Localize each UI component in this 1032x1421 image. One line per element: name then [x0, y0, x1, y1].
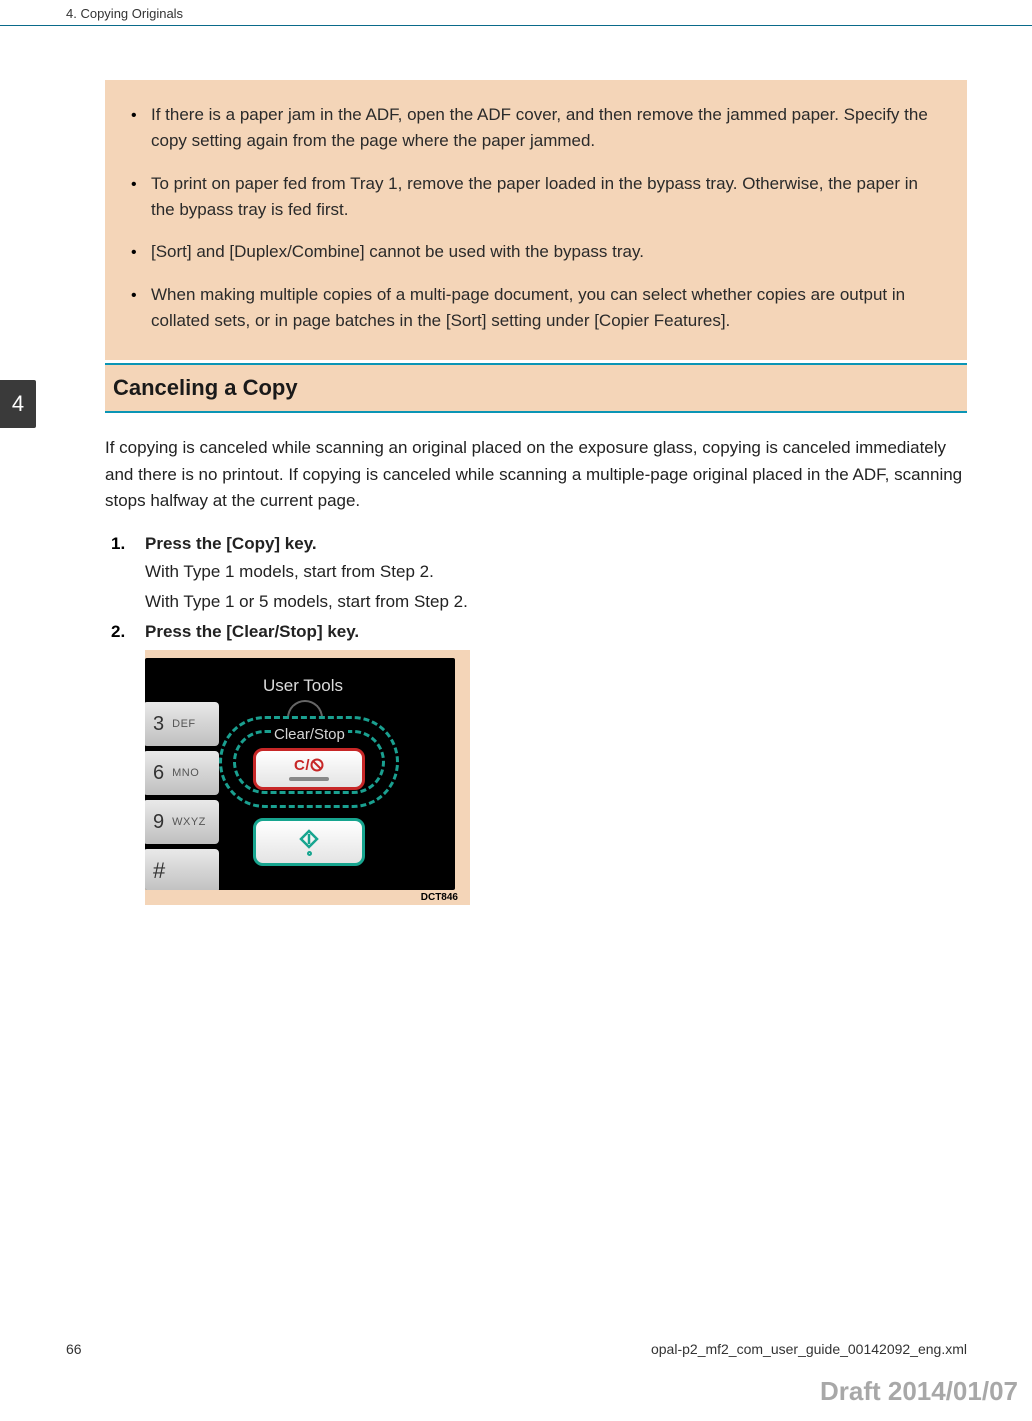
section-heading-bar: Canceling a Copy [105, 363, 967, 413]
control-panel-illustration: User Tools 3 DEF 6 MNO [145, 658, 455, 890]
numpad-key-3: 3 DEF [145, 702, 219, 746]
clear-stop-button-text: C/ [294, 757, 324, 774]
key-number: 9 [153, 811, 164, 834]
note-item: When making multiple copies of a multi-p… [151, 282, 945, 335]
keypad-column: 3 DEF 6 MNO 9 WXYZ [145, 702, 219, 890]
user-tools-label: User Tools [263, 676, 343, 696]
clear-stop-button: C/ [253, 748, 365, 790]
note-item: To print on paper fed from Tray 1, remov… [151, 171, 945, 224]
step-title: Press the [Copy] key. [145, 534, 967, 554]
note-item: [Sort] and [Duplex/Combine] cannot be us… [151, 239, 945, 265]
key-number: 3 [153, 713, 164, 736]
key-letters: MNO [172, 767, 199, 779]
notes-box: If there is a paper jam in the ADF, open… [105, 80, 967, 360]
clear-stop-label: Clear/Stop [271, 726, 348, 743]
note-item: If there is a paper jam in the ADF, open… [151, 102, 945, 155]
step-sub: With Type 1 models, start from Step 2. [145, 562, 967, 582]
start-indicator-dot [307, 851, 312, 856]
source-filename: opal-p2_mf2_com_user_guide_00142092_eng.… [651, 1341, 967, 1357]
key-number: # [153, 858, 165, 884]
key-letters: WXYZ [172, 816, 206, 828]
section-heading: Canceling a Copy [113, 375, 959, 401]
draft-stamp: Draft 2014/01/07 [820, 1376, 1018, 1407]
step-item: Press the [Clear/Stop] key. User Tools 3… [145, 622, 967, 905]
illustration-code: DCT846 [145, 890, 462, 903]
chapter-side-tab: 4 [0, 380, 36, 428]
key-letters: DEF [172, 718, 196, 730]
section-intro: If copying is canceled while scanning an… [105, 435, 967, 514]
start-icon [299, 829, 319, 849]
step-title: Press the [Clear/Stop] key. [145, 622, 967, 642]
running-header: 4. Copying Originals [0, 0, 1032, 26]
numpad-key-hash: # [145, 849, 219, 890]
start-button [253, 818, 365, 866]
key-number: 6 [153, 762, 164, 785]
step-item: Press the [Copy] key. With Type 1 models… [145, 534, 967, 612]
page-footer: 66 opal-p2_mf2_com_user_guide_00142092_e… [66, 1341, 967, 1357]
numpad-key-6: 6 MNO [145, 751, 219, 795]
page-number: 66 [66, 1341, 82, 1357]
illustration-frame: User Tools 3 DEF 6 MNO [145, 650, 470, 905]
numpad-key-9: 9 WXYZ [145, 800, 219, 844]
button-ridge [289, 777, 329, 781]
stop-icon [310, 758, 324, 772]
step-sub: With Type 1 or 5 models, start from Step… [145, 592, 967, 612]
